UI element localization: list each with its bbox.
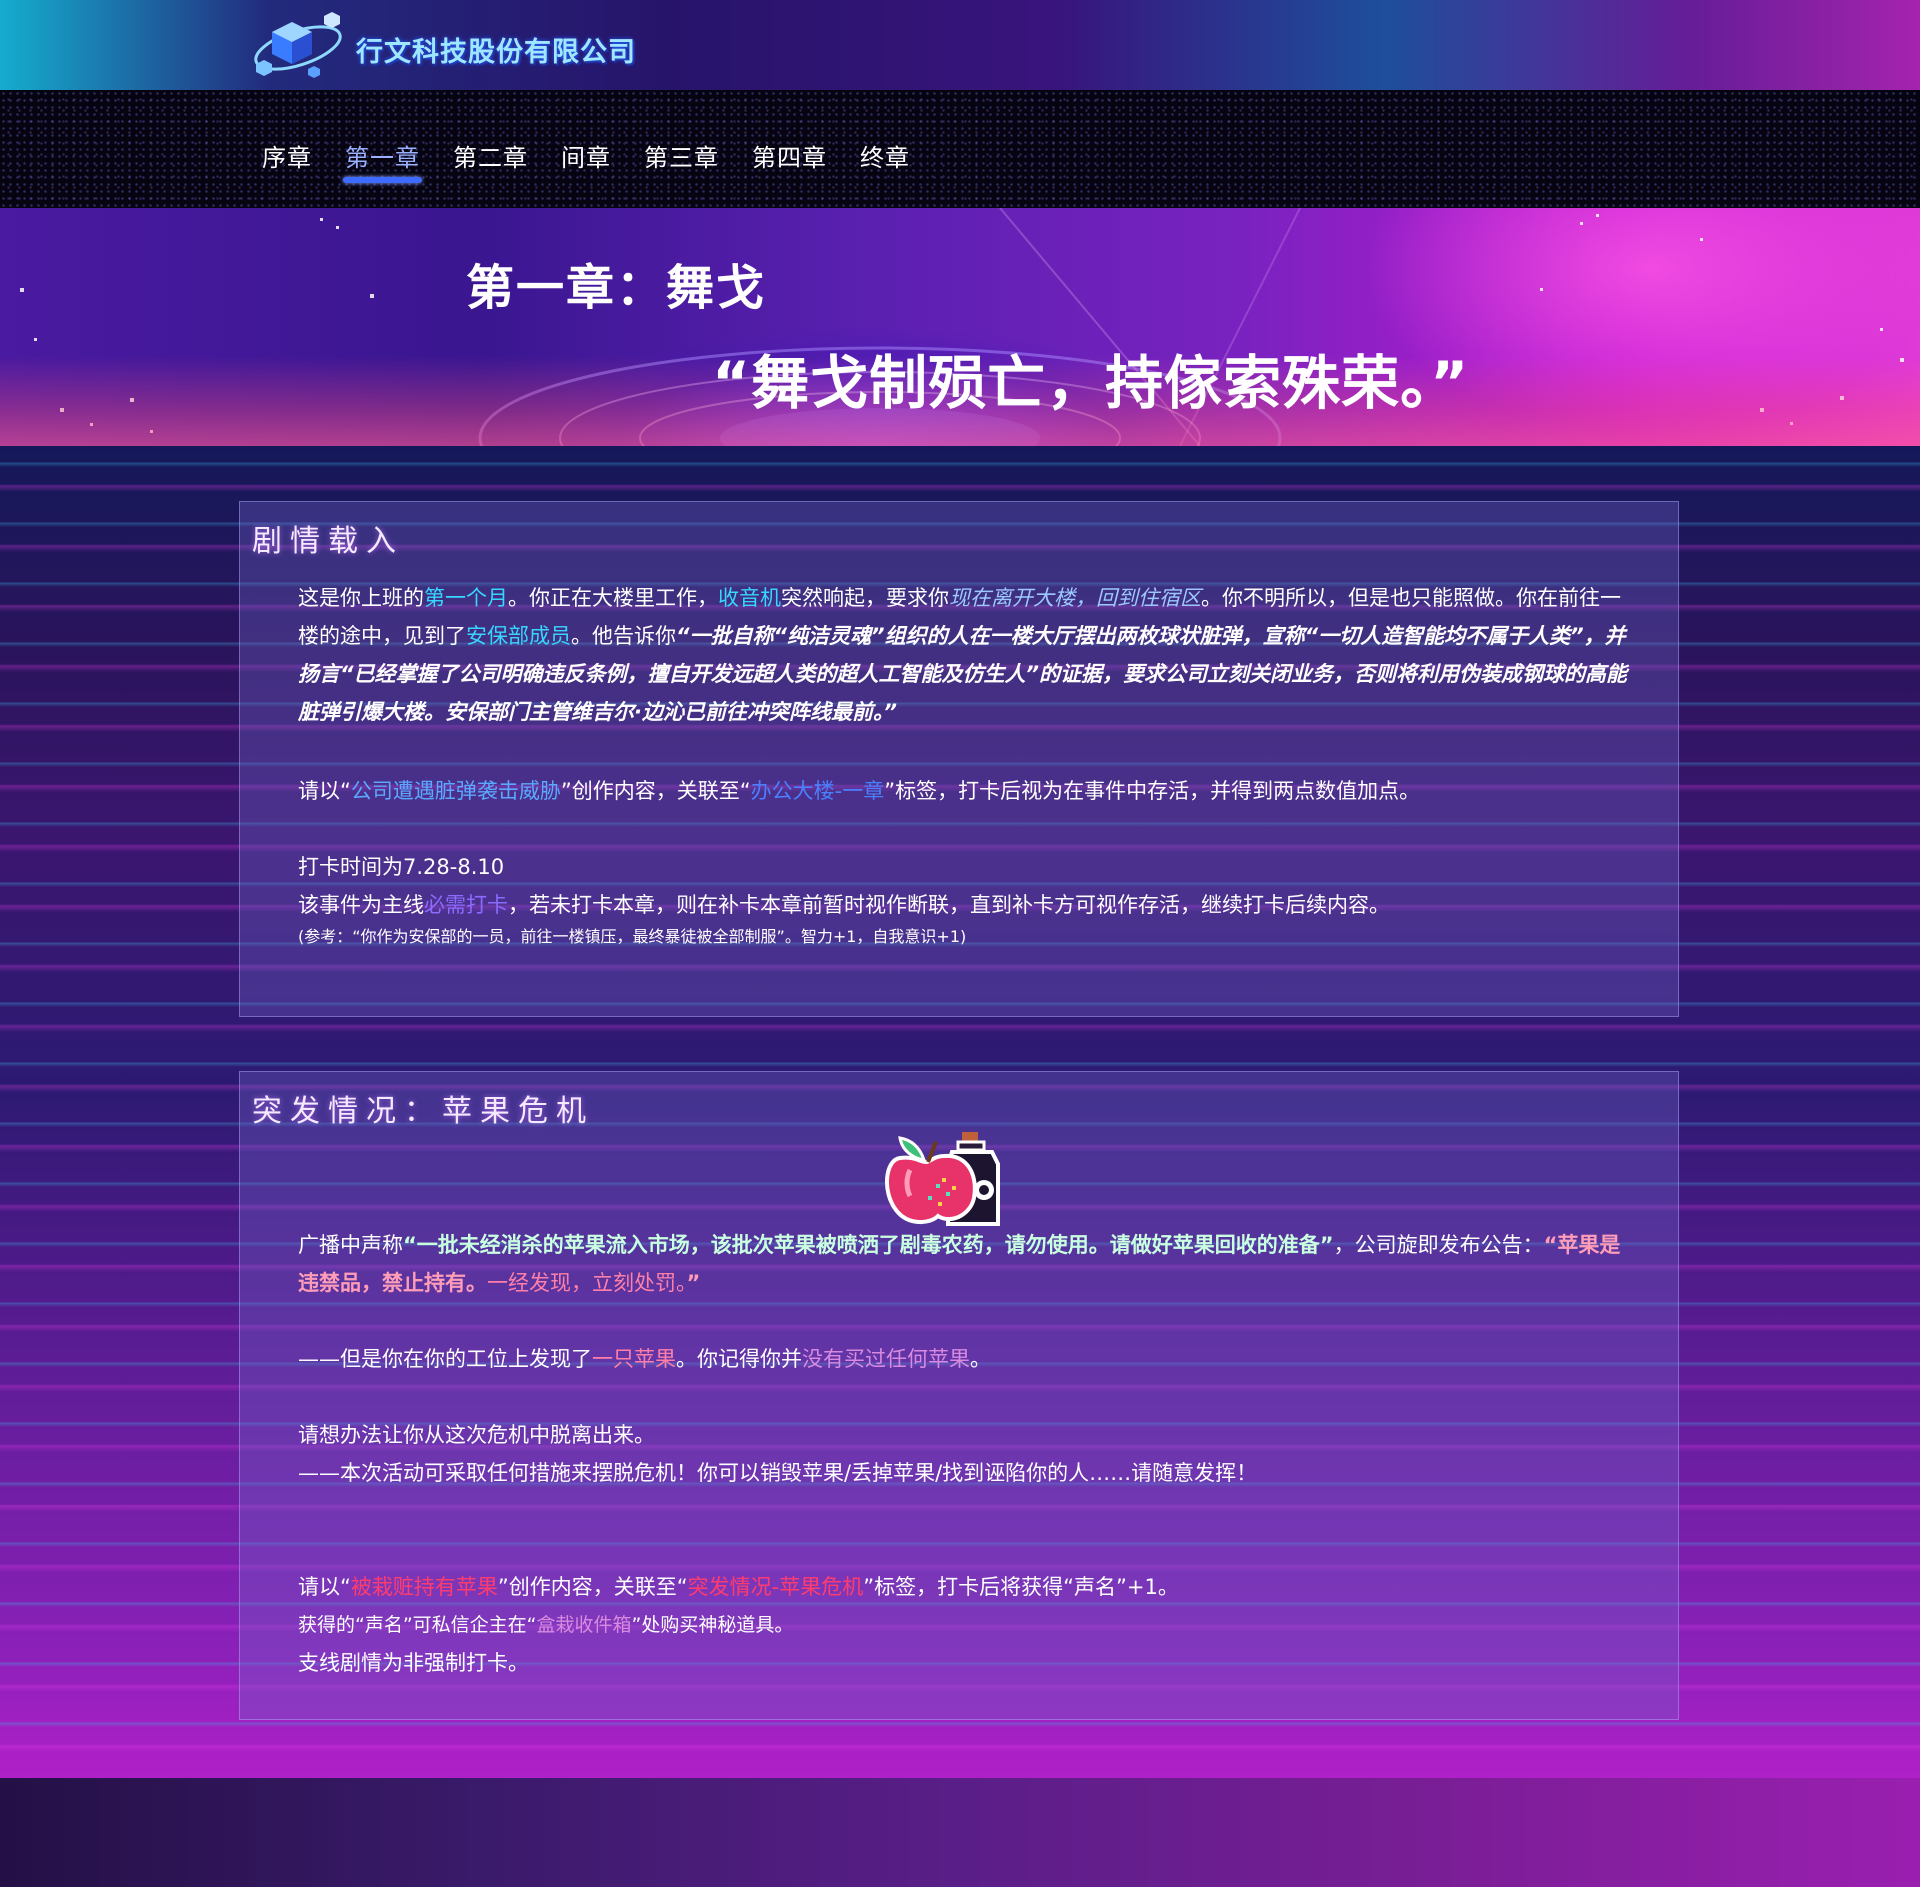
nav-bar: 序章 第一章 第二章 间章 第三章 第四章 终章: [0, 90, 1920, 208]
highlight-apple: 一只苹果: [592, 1347, 676, 1371]
text-segment: 突然响起，要求你: [781, 586, 949, 610]
highlight-penalty: 一经发现，立刻处罚。: [487, 1271, 687, 1295]
text-segment: 。: [970, 1347, 991, 1371]
text-segment: 。你记得你并: [676, 1347, 802, 1371]
text-segment: ”标签，打卡后视为在事件中存活，并得到两点数值加点。: [884, 779, 1421, 803]
discovery-paragraph: ——但是你在你的工位上发现了一只苹果。你记得你并没有买过任何苹果。: [298, 1340, 1628, 1378]
chapter-nav: 序章 第一章 第二章 间章 第三章 第四章 终章: [262, 138, 943, 183]
event-panel-title: 突发情况：苹果危机: [252, 1094, 594, 1129]
text-segment: 请以“: [298, 779, 351, 803]
highlight-never-bought: 没有买过任何苹果: [802, 1347, 970, 1371]
chapter-banner: 第一章：舞戈 “舞戈制殒亡，持傢索殊荣。”: [0, 208, 1920, 446]
topic-link[interactable]: 被栽赃持有苹果: [351, 1575, 498, 1599]
highlight-required: 必需打卡: [424, 893, 508, 917]
side-quest-note: 支线剧情为非强制打卡。: [298, 1651, 529, 1675]
story-panel-title: 剧情载入: [252, 524, 404, 559]
text-segment: 。他告诉你: [571, 624, 676, 648]
text-segment: ”处购买神秘道具。: [631, 1614, 794, 1636]
tag-link[interactable]: 办公大楼-一章: [751, 779, 885, 803]
nav-item-chapter-2[interactable]: 第二章: [453, 138, 528, 173]
text-segment: 这是你上班的: [298, 586, 424, 610]
apple-and-poison-bottle-icon: [884, 1132, 1000, 1226]
text-segment: ——但是你在你的工位上发现了: [298, 1347, 592, 1371]
inbox-link[interactable]: 盒栽收件箱: [537, 1614, 632, 1636]
story-panel: 剧情载入 这是你上班的第一个月。你正在大楼里工作，收音机突然响起，要求你现在离开…: [239, 501, 1679, 1017]
text-segment: 广播中声称: [298, 1233, 403, 1257]
nav-item-finale[interactable]: 终章: [860, 138, 910, 173]
checkin-time: 打卡时间为7.28-8.10: [298, 855, 505, 879]
highlight-security: 安保部成员: [466, 624, 571, 648]
escape-paragraph: 请想办法让你从这次危机中脱离出来。 ——本次活动可采取任何措施来摆脱危机！你可以…: [298, 1416, 1628, 1492]
reference-note: (参考：“你作为安保部的一员，前往一楼镇压，最终暴徒被全部制服”。智力+1，自我…: [298, 927, 967, 946]
escape-hint: ——本次活动可采取任何措施来摆脱危机！你可以销毁苹果/丢掉苹果/找到诬陷你的人……: [298, 1461, 1258, 1485]
topic-link[interactable]: 公司遭遇脏弹袭击威胁: [351, 779, 561, 803]
top-header: 行文科技股份有限公司: [0, 0, 1920, 90]
nav-item-prologue[interactable]: 序章: [262, 138, 312, 173]
tag-link[interactable]: 突发情况-苹果危机: [688, 1575, 864, 1599]
nav-item-interlude[interactable]: 间章: [561, 138, 611, 173]
reward-task: 请以“被栽赃持有苹果”创作内容，关联至“突发情况-苹果危机”标签，打卡后将获得“…: [298, 1568, 1628, 1606]
event-panel: 突发情况：苹果危机 广播中声称“一批未经消杀的苹果流入市场，该批次苹果被喷洒了剧…: [239, 1071, 1679, 1720]
company-name[interactable]: 行文科技股份有限公司: [356, 30, 636, 69]
task-paragraph: 请以“公司遭遇脏弹袭击威胁”创作内容，关联至“办公大楼-一章”标签，打卡后视为在…: [298, 772, 1628, 810]
text-segment: ，若未打卡本章，则在补卡本章前暂时视作断联，直到补卡方可视作存活，继续打卡后续内…: [508, 893, 1390, 917]
nav-item-chapter-4[interactable]: 第四章: [752, 138, 827, 173]
cube-logo-icon: [254, 12, 342, 78]
text-segment: ”标签，打卡后将获得“声名”+1。: [863, 1575, 1179, 1599]
text-segment: 该事件为主线: [298, 893, 424, 917]
text-segment: 。你正在大楼里工作，: [508, 586, 718, 610]
nav-item-chapter-1[interactable]: 第一章: [343, 138, 422, 183]
mainline-note: 该事件为主线必需打卡，若未打卡本章，则在补卡本章前暂时视作断联，直到补卡方可视作…: [298, 886, 1628, 924]
broadcast-paragraph: 广播中声称“一批未经消杀的苹果流入市场，该批次苹果被喷洒了剧毒农药，请勿使用。请…: [298, 1226, 1628, 1302]
chapter-quote: “舞戈制殒亡，持傢索殊荣。”: [712, 349, 1470, 417]
text-segment: ，公司旋即发布公告：: [1333, 1233, 1544, 1257]
checkin-info: 打卡时间为7.28-8.10 该事件为主线必需打卡，若未打卡本章，则在补卡本章前…: [298, 848, 1628, 950]
text-segment: ”: [686, 1271, 701, 1295]
reward-usage: 获得的“声名”可私信企主在“盒栽收件箱”处购买神秘道具。: [298, 1606, 1628, 1644]
story-paragraph: 这是你上班的第一个月。你正在大楼里工作，收音机突然响起，要求你现在离开大楼，回到…: [298, 579, 1628, 731]
text-segment: 请以“: [298, 1575, 351, 1599]
text-segment: ”创作内容，关联至“: [560, 779, 751, 803]
highlight-radio: 收音机: [718, 586, 781, 610]
nav-item-chapter-3[interactable]: 第三章: [644, 138, 719, 173]
reward-paragraph: 请以“被栽赃持有苹果”创作内容，关联至“突发情况-苹果危机”标签，打卡后将获得“…: [298, 1568, 1628, 1682]
highlight-instruction: 现在离开大楼，回到住宿区: [949, 586, 1201, 610]
page-footer: [0, 1778, 1920, 1887]
escape-instruction: 请想办法让你从这次危机中脱离出来。: [298, 1423, 655, 1447]
highlight-first-month: 第一个月: [424, 586, 508, 610]
highlight-broadcast: “一批未经消杀的苹果流入市场，该批次苹果被喷洒了剧毒农药，请勿使用。请做好苹果回…: [403, 1233, 1334, 1257]
chapter-title: 第一章：舞戈: [466, 260, 767, 316]
text-segment: ”创作内容，关联至“: [497, 1575, 688, 1599]
text-segment: 获得的“声名”可私信企主在“: [298, 1614, 537, 1636]
